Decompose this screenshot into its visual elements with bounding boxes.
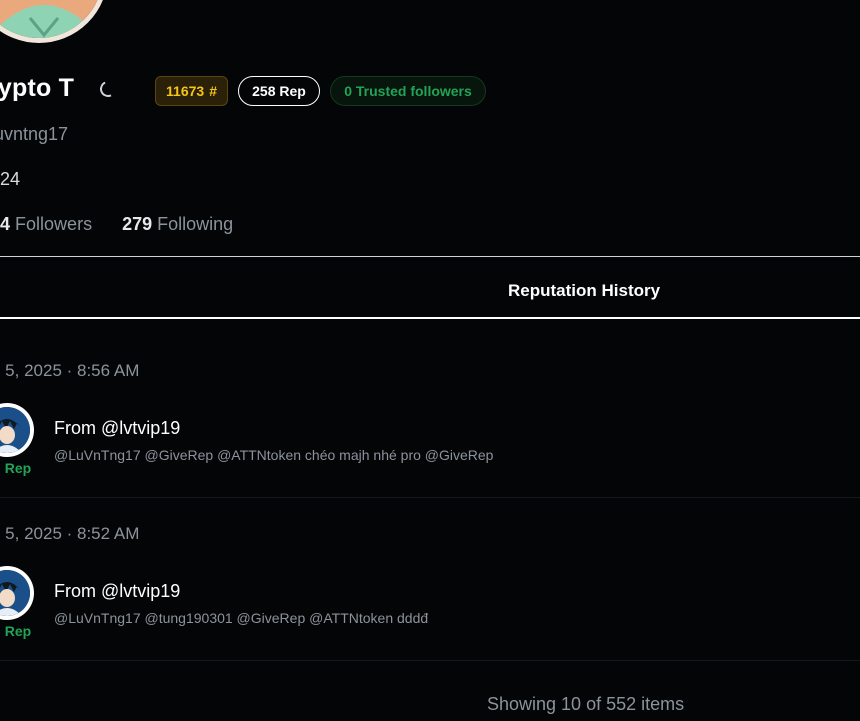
entry-from[interactable]: From @lvtvip19 [54, 581, 180, 602]
entry-date: n 5, 2025 · 8:56 AM [0, 361, 140, 380]
profile-handle: luvntng17 [0, 124, 69, 144]
entry-message: @LuVnTng17 @GiveRep @ATTNtoken chéo majh… [54, 447, 494, 463]
rep-badge[interactable]: 258 Rep [238, 76, 320, 106]
avatar[interactable] [0, 566, 34, 620]
trusted-followers-badge[interactable]: 0 Trusted followers [330, 76, 486, 106]
following-count: 279 [122, 214, 153, 234]
rep-amount: l Rep [0, 460, 32, 476]
tab-divider [0, 317, 860, 319]
list-item[interactable]: n 5, 2025 · 8:52 AM l Rep From @lvtvip19… [0, 498, 860, 661]
entry-from[interactable]: From @lvtvip19 [54, 418, 180, 439]
rep-amount: l Rep [0, 623, 32, 639]
display-name: rypto T [0, 74, 75, 102]
following-link[interactable]: 279 Following [122, 214, 233, 235]
spinner-icon [97, 78, 119, 99]
user-avatar-image [0, 570, 30, 616]
following-label: Following [157, 214, 234, 234]
followers-label: Followers [15, 214, 93, 234]
rank-symbol: # [209, 83, 217, 99]
list-item[interactable]: n 5, 2025 · 8:56 AM l Rep From @lvtvip19… [0, 335, 860, 498]
rank-badge[interactable]: 11673 # [155, 76, 228, 106]
entry-message: @LuVnTng17 @tung190301 @GiveRep @ATTNtok… [54, 610, 429, 626]
pagination-status: Showing 10 of 552 items [487, 694, 685, 714]
rank-value: 11673 [166, 83, 205, 99]
entry-date: n 5, 2025 · 8:52 AM [0, 524, 140, 543]
user-avatar-image [0, 407, 30, 453]
followers-count: 44 [0, 214, 11, 234]
followers-link[interactable]: 44 Followers [0, 214, 92, 235]
follow-counts: 44 Followers 279 Following [0, 214, 233, 235]
avatar[interactable] [0, 403, 34, 457]
profile-avatar [0, 0, 108, 43]
joined-date: 024 [0, 169, 21, 189]
divider [0, 256, 860, 257]
profile-avatar-image [0, 0, 103, 38]
tab-reputation-history[interactable]: Reputation History [508, 281, 660, 301]
